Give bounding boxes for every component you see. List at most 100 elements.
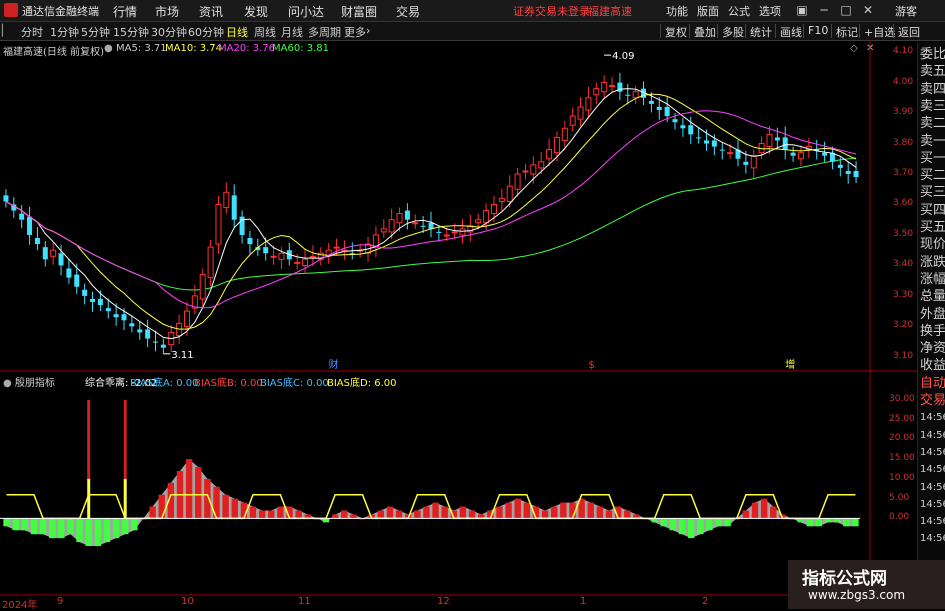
maximize-icon[interactable]: □ <box>837 2 855 18</box>
signal-bar-yellow <box>123 478 127 519</box>
bias-area <box>6 459 856 547</box>
side-panel-label[interactable]: 交易 <box>920 392 945 409</box>
candle-up <box>380 228 387 233</box>
menu-item-quotes[interactable]: 行情 <box>113 3 137 20</box>
candle-up <box>278 252 285 260</box>
tab-1min[interactable]: 1分钟 <box>50 24 79 40</box>
y-tick-indicator: 25.00 <box>889 413 915 424</box>
candle-down <box>672 119 678 123</box>
y-tick-price: 3.90 <box>893 107 914 118</box>
candle-down <box>160 344 166 348</box>
user-label[interactable]: 游客 <box>895 3 917 19</box>
bias-bar <box>660 518 667 527</box>
mark-button[interactable]: 标记 <box>831 24 858 39</box>
tab-30min[interactable]: 30分钟 <box>151 24 187 40</box>
login-status[interactable]: 证券交易未登录 <box>513 3 590 19</box>
side-panel-label: 14:56 <box>920 516 945 528</box>
menu-item-discover[interactable]: 发现 <box>244 3 268 20</box>
watermark-title: 指标公式网 <box>802 569 887 589</box>
candle-up <box>553 136 560 154</box>
candle-up <box>530 164 537 175</box>
menu-item-assistant[interactable]: 问小达 <box>288 3 324 20</box>
menu-item-options[interactable]: 选项 <box>759 3 781 19</box>
bias-bar <box>468 510 476 519</box>
candle-up <box>506 185 513 202</box>
tab-60min[interactable]: 60分钟 <box>188 24 224 40</box>
multi-stock-button[interactable]: 多股 <box>717 24 744 39</box>
tab-more[interactable]: 更多 <box>344 24 366 40</box>
candle-down <box>42 247 48 260</box>
candle-up <box>270 255 277 258</box>
side-panel-label: 14:56 <box>920 498 945 510</box>
bias-bar <box>377 510 384 519</box>
candle-down <box>625 94 631 96</box>
bias-bar <box>350 514 357 519</box>
side-panel-label: 14:56 <box>920 464 945 476</box>
candle-up <box>396 213 403 224</box>
side-panel-label: 买四 <box>920 202 945 218</box>
close-icon[interactable]: ✕ <box>859 2 877 18</box>
draw-line-button[interactable]: 画线 <box>775 24 802 39</box>
bias-bar <box>496 506 503 519</box>
bias-bar <box>231 498 238 519</box>
candle-down <box>436 231 442 233</box>
f10-button[interactable]: F10 <box>803 24 828 38</box>
bias-bar <box>58 518 65 539</box>
candle-down <box>129 323 135 327</box>
bias-bar <box>441 506 448 519</box>
candle-up <box>475 219 482 224</box>
stats-button[interactable]: 统计 <box>745 24 772 39</box>
menu-item-layout[interactable]: 版面 <box>697 3 719 19</box>
side-panel-label[interactable]: 自动 <box>920 375 945 392</box>
period-toolbar: ▏ 分时 1分钟 5分钟 15分钟 30分钟 60分钟 日线 周线 月线 多周期… <box>0 22 945 41</box>
bias-bar <box>569 502 576 519</box>
more-chevron-icon[interactable]: › <box>366 24 370 37</box>
candle-down <box>34 238 40 245</box>
bias-bar <box>222 494 229 519</box>
bias-bar <box>596 506 604 519</box>
back-button[interactable]: 返回 <box>893 24 920 39</box>
minimize-icon[interactable]: ─ <box>815 2 833 18</box>
tab-multi-period[interactable]: 多周期 <box>308 24 341 40</box>
tab-5min[interactable]: 5分钟 <box>81 24 110 40</box>
candle-down <box>656 106 662 110</box>
candle-down <box>664 106 670 117</box>
candle-up <box>294 261 301 264</box>
signal-bar-yellow <box>87 478 91 519</box>
y-tick-price: 3.60 <box>893 198 914 209</box>
candle-down <box>774 137 780 141</box>
candle-down <box>105 308 111 312</box>
candle-up <box>333 246 340 249</box>
menu-item-formula[interactable]: 公式 <box>728 3 750 19</box>
menu-item-wealth[interactable]: 财富圈 <box>341 3 377 20</box>
ma10-line <box>5 93 857 330</box>
event-label: 增 <box>785 358 795 371</box>
menu-item-market[interactable]: 市场 <box>155 3 179 20</box>
overlay-button[interactable]: 叠加 <box>689 24 716 39</box>
menu-item-function[interactable]: 功能 <box>666 3 688 19</box>
bias-bar <box>770 506 777 519</box>
add-watchlist-button[interactable]: +自选 <box>859 24 895 39</box>
toolbar-handle-icon[interactable]: ▏ <box>2 24 10 37</box>
bias-bar <box>103 518 111 543</box>
side-panel-label: 净资 <box>920 341 945 357</box>
bias-bar <box>459 506 467 519</box>
side-panel-label: 卖二 <box>920 116 945 132</box>
menu-item-trade[interactable]: 交易 <box>396 3 420 20</box>
chart-canvas[interactable]: 4.09 3.11 财 $ 增 <box>0 40 917 609</box>
tab-daily[interactable]: 日线 <box>226 24 248 40</box>
bias-bar <box>341 510 348 519</box>
tab-intraday[interactable]: 分时 <box>21 24 43 40</box>
x-tick-sep: 9 <box>57 596 64 607</box>
bias-bar <box>85 518 92 547</box>
candle-up <box>522 170 529 173</box>
candle-up <box>609 85 616 88</box>
tab-monthly[interactable]: 月线 <box>281 24 303 40</box>
tab-weekly[interactable]: 周线 <box>254 24 276 40</box>
adjust-button[interactable]: 复权 <box>660 24 687 39</box>
menu-item-news[interactable]: 资讯 <box>199 3 223 20</box>
tab-15min[interactable]: 15分钟 <box>113 24 149 40</box>
candle-down <box>90 298 96 302</box>
side-panel-label: 买二 <box>920 168 945 184</box>
restore-icon[interactable]: ▣ <box>793 2 811 18</box>
